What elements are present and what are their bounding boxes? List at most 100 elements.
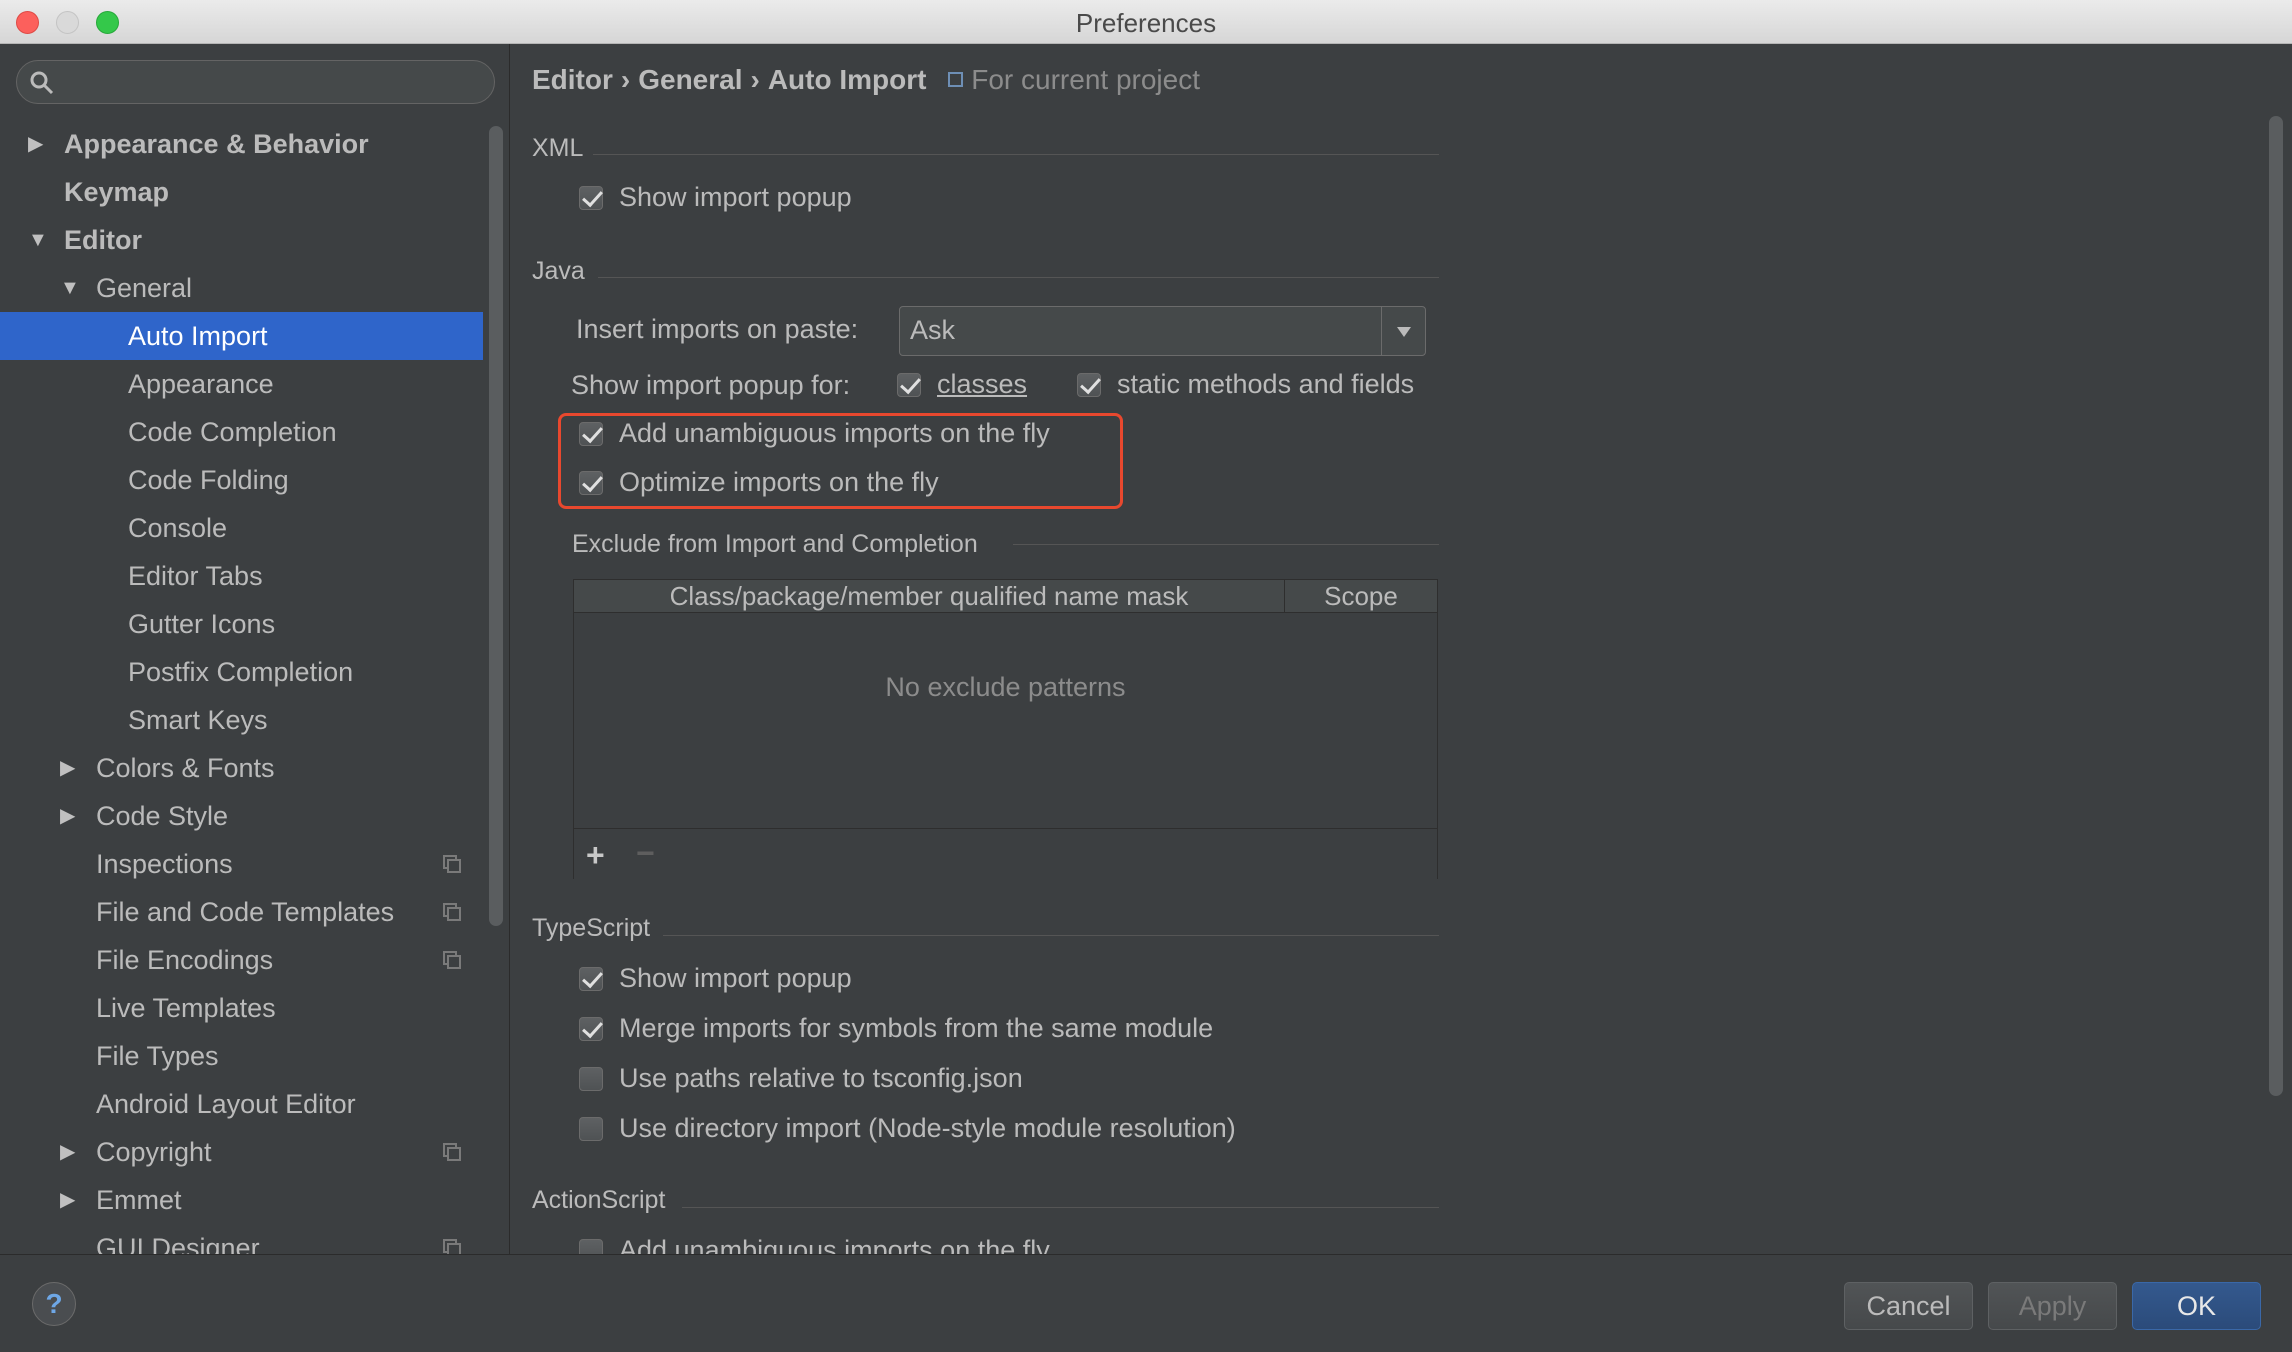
help-icon[interactable]: ? [32, 1282, 76, 1326]
project-settings-icon [443, 903, 461, 921]
cancel-button[interactable]: Cancel [1844, 1282, 1973, 1330]
expand-arrow-icon[interactable]: ▶ [60, 792, 75, 840]
checkbox[interactable] [579, 186, 603, 210]
checkbox[interactable] [579, 1117, 603, 1141]
breadcrumb: Editor › General › Auto Import For current p… [532, 64, 1200, 96]
checkbox[interactable] [579, 1067, 603, 1091]
tree-item-gui-designer[interactable]: GUI Designer [0, 1224, 483, 1254]
section-xml-title: XML [532, 134, 584, 162]
tree-item-label: Postfix Completion [128, 657, 354, 687]
settings-content-lower: TypeScript Show import popup Merge impor… [511, 880, 1751, 1254]
tree-item-inspections[interactable]: Inspections [0, 840, 483, 888]
java-static-methods-checkbox[interactable]: static methods and fields [1077, 367, 1414, 401]
expand-arrow-icon[interactable]: ▶ [60, 1128, 75, 1176]
tree-item-code-completion[interactable]: Code Completion [0, 408, 483, 456]
tree-item-appearance[interactable]: Appearance [0, 360, 483, 408]
checkbox[interactable] [579, 1017, 603, 1041]
show-popup-for-label: Show import popup for: [571, 370, 851, 400]
expand-arrow-icon[interactable]: ▶ [28, 120, 43, 168]
tree-item-appearance-behavior[interactable]: ▶ Appearance & Behavior [0, 120, 483, 168]
tree-item-label: File and Code Templates [96, 897, 395, 927]
tree-item-postfix-completion[interactable]: Postfix Completion [0, 648, 483, 696]
highlight-annotation-box [558, 413, 1123, 509]
ts-show-import-popup[interactable]: Show import popup [579, 961, 852, 995]
breadcrumb-separator: › [620, 64, 631, 95]
tree-item-keymap[interactable]: Keymap [0, 168, 483, 216]
tree-item-console[interactable]: Console [0, 504, 483, 552]
chevron-down-icon[interactable] [1381, 307, 1425, 355]
section-typescript-title: TypeScript [532, 914, 651, 942]
tree-item-smart-keys[interactable]: Smart Keys [0, 696, 483, 744]
tree-item-editor-tabs[interactable]: Editor Tabs [0, 552, 483, 600]
tree-item-live-templates[interactable]: Live Templates [0, 984, 483, 1032]
breadcrumb-auto-import: Auto Import [767, 64, 927, 95]
expand-arrow-icon[interactable]: ▶ [60, 1176, 75, 1224]
tree-item-label: Emmet [96, 1185, 182, 1215]
dropdown-value: Ask [910, 315, 956, 345]
checkbox-label: Show import popup [619, 182, 852, 212]
checkbox-label: Add unambiguous imports on the fly [619, 1235, 1050, 1254]
as-add-unambiguous[interactable]: Add unambiguous imports on the fly [579, 1233, 1050, 1254]
checkbox[interactable] [897, 373, 921, 397]
tree-item-emmet[interactable]: ▶ Emmet [0, 1176, 483, 1224]
tree-item-auto-import[interactable]: Auto Import [0, 312, 483, 360]
window-title: Preferences [1075, 8, 1217, 38]
column-header-name-mask[interactable]: Class/package/member qualified name mask [574, 580, 1285, 613]
tree-item-file-types[interactable]: File Types [0, 1032, 483, 1080]
title-bar: Preferences [0, 0, 2292, 44]
project-settings-icon [443, 951, 461, 969]
checkbox[interactable] [579, 1239, 603, 1254]
tree-item-file-encodings[interactable]: File Encodings [0, 936, 483, 984]
tree-item-android-layout-editor[interactable]: Android Layout Editor [0, 1080, 483, 1128]
settings-sidebar: ▶ Appearance & Behavior Keymap ▼ Editor … [0, 44, 510, 1254]
ts-merge-imports[interactable]: Merge imports for symbols from the same … [579, 1011, 1213, 1045]
tree-item-general[interactable]: ▼ General [0, 264, 483, 312]
tree-item-label: Colors & Fonts [96, 753, 275, 783]
search-field[interactable] [16, 60, 495, 104]
sidebar-scrollbar[interactable] [489, 126, 503, 926]
ts-directory-import[interactable]: Use directory import (Node-style module … [579, 1111, 1236, 1145]
tree-item-gutter-icons[interactable]: Gutter Icons [0, 600, 483, 648]
checkbox-label: Show import popup [619, 963, 852, 993]
apply-button[interactable]: Apply [1988, 1282, 2117, 1330]
tree-item-label: Android Layout Editor [96, 1089, 356, 1119]
tree-item-label: Appearance [128, 369, 274, 399]
add-icon[interactable]: + [586, 837, 605, 874]
checkbox-label: classes [937, 369, 1028, 399]
project-settings-icon [443, 1143, 461, 1161]
section-java-title: Java [532, 257, 585, 285]
xml-show-import-popup[interactable]: Show import popup [579, 180, 852, 214]
tree-item-editor[interactable]: ▼ Editor [0, 216, 483, 264]
breadcrumb-editor: Editor [532, 64, 613, 95]
insert-imports-dropdown[interactable]: Ask [899, 306, 1426, 356]
column-header-scope[interactable]: Scope [1285, 580, 1437, 613]
remove-icon[interactable]: − [636, 835, 655, 872]
ok-button[interactable]: OK [2132, 1282, 2261, 1330]
tree-item-label: Console [128, 513, 228, 543]
tree-item-colors-fonts[interactable]: ▶ Colors & Fonts [0, 744, 483, 792]
tree-item-label: File Types [96, 1041, 219, 1071]
ts-relative-paths[interactable]: Use paths relative to tsconfig.json [579, 1061, 1023, 1095]
section-divider [682, 1207, 1439, 1208]
tree-item-file-code-templates[interactable]: File and Code Templates [0, 888, 483, 936]
tree-item-label: Smart Keys [128, 705, 268, 735]
checkbox[interactable] [1077, 373, 1101, 397]
breadcrumb-general: General [638, 64, 743, 95]
tree-item-code-style[interactable]: ▶ Code Style [0, 792, 483, 840]
java-classes-checkbox[interactable]: classes [897, 367, 1027, 401]
expand-arrow-icon[interactable]: ▶ [60, 744, 75, 792]
checkbox-label: Merge imports for symbols from the same … [619, 1013, 1214, 1043]
content-scrollbar[interactable] [2269, 116, 2283, 1096]
tree-item-label: Code Completion [128, 417, 337, 447]
tree-item-label: Copyright [96, 1137, 212, 1167]
project-icon [948, 72, 964, 87]
tree-item-code-folding[interactable]: Code Folding [0, 456, 483, 504]
exclude-patterns-table[interactable]: Class/package/member qualified name mask… [573, 579, 1438, 879]
tree-item-label: General [96, 273, 193, 303]
checkbox[interactable] [579, 967, 603, 991]
tree-item-copyright[interactable]: ▶ Copyright [0, 1128, 483, 1176]
collapse-arrow-icon[interactable]: ▼ [60, 264, 80, 312]
section-divider [1013, 544, 1439, 545]
collapse-arrow-icon[interactable]: ▼ [28, 216, 48, 264]
table-header: Class/package/member qualified name mask… [574, 580, 1437, 613]
